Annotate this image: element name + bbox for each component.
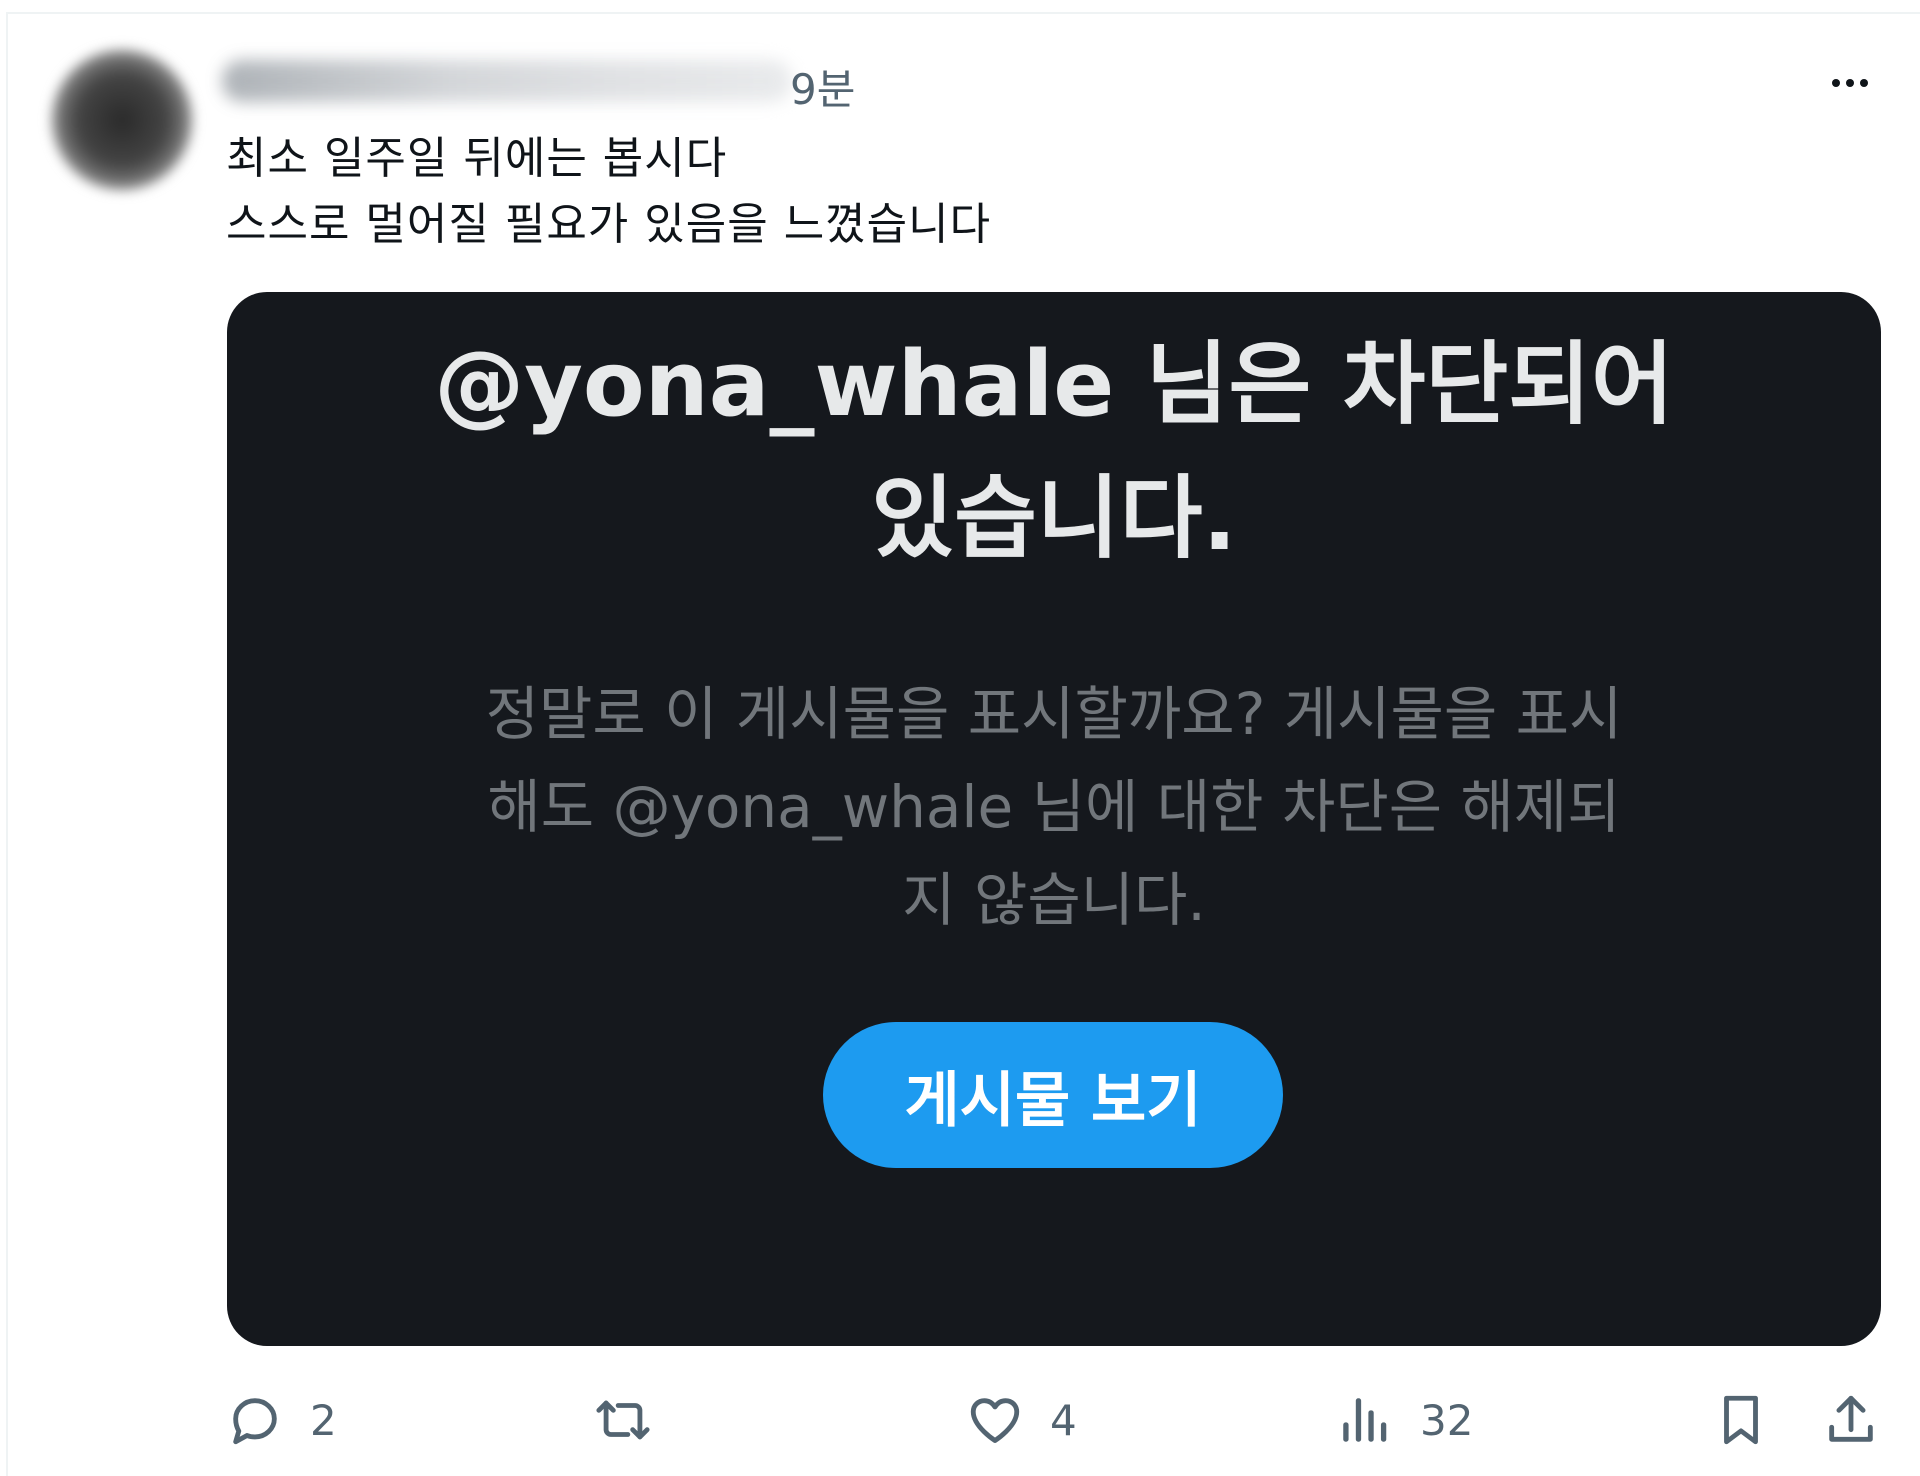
post-text: 최소 일주일 뒤에는 봅시다 스스로 멀어질 필요가 있음을 느꼈습니다 — [226, 133, 992, 250]
blocked-title: @yona_whale 님은 차단되어 있습니다. — [434, 332, 1674, 571]
more-dot — [1846, 79, 1854, 87]
reply-icon — [233, 1398, 277, 1445]
blocked-content-card: @yona_whale 님은 차단되어 있습니다. 정말로 이 게시물을 표시할… — [227, 292, 1881, 1346]
views-button[interactable]: 32 — [1336, 1385, 1473, 1455]
retweet-button[interactable] — [594, 1385, 678, 1455]
like-count: 4 — [1050, 1395, 1077, 1445]
views-count: 32 — [1420, 1395, 1474, 1445]
post-time[interactable]: 9분 — [790, 56, 855, 117]
post-action-bar: 2 4 32 — [0, 1385, 1920, 1455]
view-post-button[interactable]: 게시물 보기 — [823, 1022, 1283, 1168]
bookmark-button[interactable] — [1712, 1385, 1770, 1455]
like-icon — [970, 1398, 1020, 1443]
more-dot — [1832, 79, 1840, 87]
author-name-redacted[interactable] — [222, 60, 792, 102]
like-button[interactable]: 4 — [966, 1385, 1077, 1455]
retweet-icon — [596, 1400, 650, 1440]
more-icon[interactable] — [1820, 58, 1880, 108]
avatar[interactable] — [52, 50, 192, 190]
share-button[interactable] — [1822, 1385, 1880, 1455]
reply-count: 2 — [310, 1395, 337, 1445]
more-dot — [1860, 79, 1868, 87]
blocked-description: 정말로 이 게시물을 표시할까요? 게시물을 표시해도 @yona_whale … — [485, 680, 1623, 934]
views-icon — [1343, 1398, 1387, 1442]
bookmark-icon — [1724, 1395, 1758, 1445]
reply-button[interactable]: 2 — [226, 1385, 337, 1455]
share-icon — [1829, 1395, 1873, 1442]
